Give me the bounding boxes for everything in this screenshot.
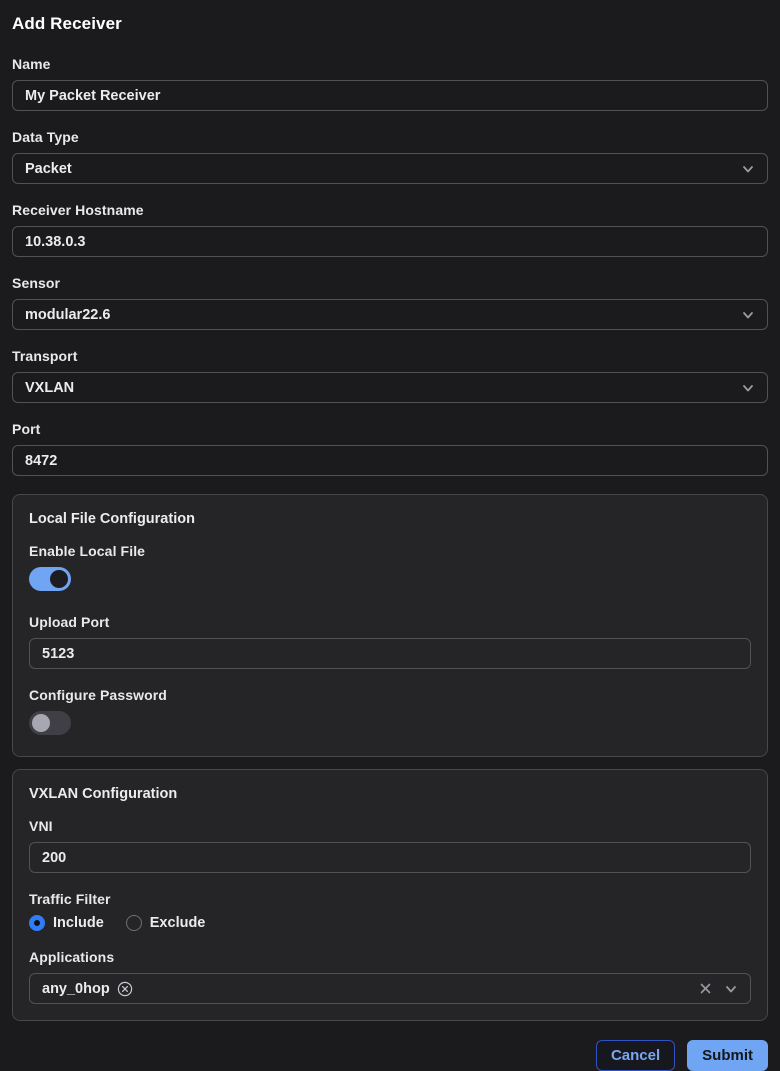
transport-field-group: Transport VXLAN <box>12 348 768 403</box>
sensor-label: Sensor <box>12 275 768 291</box>
applications-tag-text: any_0hop <box>42 981 110 997</box>
enable-local-file-group: Enable Local File <box>29 543 751 596</box>
vxlan-configuration-section: VXLAN Configuration VNI Traffic Filter I… <box>12 769 768 1021</box>
configure-password-label: Configure Password <box>29 687 751 703</box>
transport-selected-value: VXLAN <box>25 380 74 396</box>
name-label: Name <box>12 56 768 72</box>
receiver-hostname-input[interactable] <box>12 226 768 257</box>
data-type-select[interactable]: Packet <box>12 153 768 184</box>
configure-password-group: Configure Password <box>29 687 751 740</box>
cancel-button[interactable]: Cancel <box>596 1040 675 1071</box>
transport-label: Transport <box>12 348 768 364</box>
chevron-down-icon <box>741 308 755 322</box>
upload-port-label: Upload Port <box>29 614 751 630</box>
form-footer: Cancel Submit <box>12 1040 768 1071</box>
upload-port-input[interactable] <box>29 638 751 669</box>
vxlan-section-title: VXLAN Configuration <box>29 786 751 802</box>
receiver-hostname-label: Receiver Hostname <box>12 202 768 218</box>
sensor-select[interactable]: modular22.6 <box>12 299 768 330</box>
name-input[interactable] <box>12 80 768 111</box>
local-file-configuration-section: Local File Configuration Enable Local Fi… <box>12 494 768 757</box>
toggle-knob <box>32 714 50 732</box>
radio-selected-icon <box>29 915 45 931</box>
applications-field-group: Applications any_0hop <box>29 949 751 1004</box>
vni-label: VNI <box>29 818 751 834</box>
applications-label: Applications <box>29 949 751 965</box>
enable-local-file-toggle[interactable] <box>29 567 71 591</box>
radio-unselected-icon <box>126 915 142 931</box>
name-field-group: Name <box>12 56 768 111</box>
upload-port-field-group: Upload Port <box>29 614 751 669</box>
port-field-group: Port <box>12 421 768 476</box>
traffic-filter-group: Traffic Filter Include Exclude <box>29 891 751 931</box>
add-receiver-form: Add Receiver Name Data Type Packet Recei… <box>0 0 780 1060</box>
port-input[interactable] <box>12 445 768 476</box>
configure-password-toggle[interactable] <box>29 711 71 735</box>
chevron-down-icon <box>741 381 755 395</box>
data-type-field-group: Data Type Packet <box>12 129 768 184</box>
vni-field-group: VNI <box>29 818 751 873</box>
transport-select[interactable]: VXLAN <box>12 372 768 403</box>
clear-x-icon[interactable] <box>699 982 712 995</box>
radio-option-exclude[interactable]: Exclude <box>126 915 206 931</box>
sensor-field-group: Sensor modular22.6 <box>12 275 768 330</box>
sensor-selected-value: modular22.6 <box>25 307 110 323</box>
page-title: Add Receiver <box>12 14 768 34</box>
enable-local-file-label: Enable Local File <box>29 543 751 559</box>
radio-option-include[interactable]: Include <box>29 915 104 931</box>
receiver-hostname-field-group: Receiver Hostname <box>12 202 768 257</box>
applications-tag: any_0hop <box>42 981 133 997</box>
chevron-down-icon[interactable] <box>724 982 738 996</box>
data-type-selected-value: Packet <box>25 161 72 177</box>
vni-input[interactable] <box>29 842 751 873</box>
applications-multiselect[interactable]: any_0hop <box>29 973 751 1004</box>
traffic-filter-options: Include Exclude <box>29 915 751 931</box>
multiselect-controls <box>699 982 738 996</box>
local-file-section-title: Local File Configuration <box>29 511 751 527</box>
chevron-down-icon <box>741 162 755 176</box>
submit-button[interactable]: Submit <box>687 1040 768 1071</box>
radio-include-label: Include <box>53 915 104 931</box>
toggle-knob <box>50 570 68 588</box>
radio-exclude-label: Exclude <box>150 915 206 931</box>
remove-tag-icon[interactable] <box>117 981 133 997</box>
data-type-label: Data Type <box>12 129 768 145</box>
port-label: Port <box>12 421 768 437</box>
traffic-filter-label: Traffic Filter <box>29 891 751 907</box>
